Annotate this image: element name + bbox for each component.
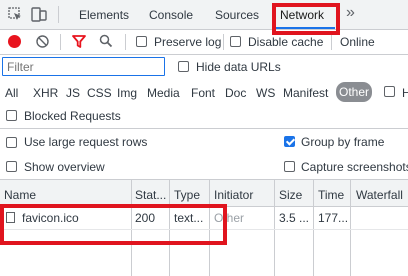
- column-header-type[interactable]: Type: [174, 188, 200, 202]
- type-filter-css[interactable]: CSS: [87, 86, 112, 100]
- device-toolbar-icon[interactable]: [30, 5, 48, 23]
- hide-data-urls-checkbox[interactable]: [178, 61, 189, 72]
- tabbar-divider: [0, 29, 408, 30]
- disable-cache-label: Disable cache: [248, 35, 324, 49]
- type-filter-other[interactable]: Other: [336, 82, 373, 102]
- type-filter-all[interactable]: All: [5, 86, 18, 100]
- tabbar-separator: [58, 6, 59, 23]
- type-filter-font[interactable]: Font: [191, 86, 215, 100]
- annotation-box-favicon-row: [0, 204, 227, 245]
- row-time: 177...: [318, 211, 349, 225]
- column-header-waterfall[interactable]: Waterfall: [356, 188, 403, 202]
- column-header-status[interactable]: Stat...: [135, 188, 166, 202]
- group-by-frame-checkbox[interactable]: [284, 136, 295, 147]
- clear-icon[interactable]: [36, 35, 49, 48]
- toolbar-separator-3: [223, 34, 224, 50]
- column-header-initiator[interactable]: Initiator: [214, 188, 253, 202]
- blocked-requests-checkbox[interactable]: [6, 110, 17, 121]
- preserve-log-label: Preserve log: [154, 35, 222, 49]
- type-filter-media[interactable]: Media: [147, 86, 180, 100]
- has-blocked-cookies-label: H: [402, 86, 408, 100]
- record-icon[interactable]: [8, 35, 21, 48]
- blocked-requests-label: Blocked Requests: [24, 109, 121, 123]
- column-header-name[interactable]: Name: [4, 188, 36, 202]
- column-header-time[interactable]: Time: [318, 188, 344, 202]
- hide-data-urls-label: Hide data URLs: [196, 60, 281, 74]
- type-filter-xhr[interactable]: XHR: [33, 86, 58, 100]
- type-filter-ws[interactable]: WS: [256, 86, 275, 100]
- show-overview-label: Show overview: [24, 160, 105, 174]
- group-by-frame-label: Group by frame: [301, 135, 385, 149]
- tab-elements[interactable]: Elements: [79, 8, 129, 22]
- has-blocked-cookies-checkbox[interactable]: [384, 86, 395, 97]
- tab-sources[interactable]: Sources: [215, 8, 259, 22]
- disable-cache-checkbox[interactable]: [230, 36, 241, 47]
- large-rows-label: Use large request rows: [24, 135, 148, 149]
- filter-input[interactable]: [2, 57, 165, 76]
- toolbar-separator: [60, 34, 61, 50]
- throttling-select[interactable]: Online: [340, 35, 375, 49]
- toolbar-separator-2: [125, 34, 126, 50]
- tab-console[interactable]: Console: [149, 8, 193, 22]
- type-filter-img[interactable]: Img: [117, 86, 137, 100]
- type-filter-doc[interactable]: Doc: [225, 86, 246, 100]
- preserve-log-checkbox[interactable]: [136, 36, 147, 47]
- capture-screenshots-label: Capture screenshots: [301, 160, 408, 174]
- column-header-size[interactable]: Size: [279, 188, 302, 202]
- show-overview-checkbox[interactable]: [6, 161, 17, 172]
- search-icon[interactable]: [99, 34, 113, 48]
- toolbar-divider: [0, 54, 408, 55]
- filter-icon[interactable]: [72, 35, 86, 48]
- large-rows-checkbox[interactable]: [6, 137, 17, 148]
- type-filter-manifest[interactable]: Manifest: [283, 86, 328, 100]
- capture-screenshots-checkbox[interactable]: [284, 161, 295, 172]
- type-filter-js[interactable]: JS: [66, 86, 80, 100]
- filter-divider: [0, 128, 408, 129]
- toolbar-separator-4: [331, 34, 332, 50]
- table-header: [0, 180, 408, 206]
- annotation-box-network-tab: [272, 3, 340, 35]
- more-tabs-button[interactable]: »: [346, 4, 355, 22]
- inspect-element-icon[interactable]: [8, 7, 22, 21]
- row-size: 3.5 ...: [279, 211, 310, 225]
